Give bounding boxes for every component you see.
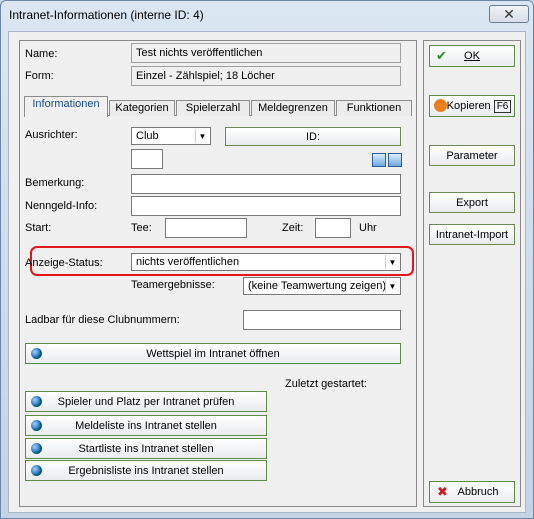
meldeliste-label: Meldeliste ins Intranet stellen xyxy=(75,419,217,432)
chevron-down-icon: ▼ xyxy=(385,279,399,293)
bemerkung-label: Bemerkung: xyxy=(25,177,85,189)
window-title: Intranet-Informationen (interne ID: 4) xyxy=(9,8,204,22)
table-icon[interactable] xyxy=(372,153,386,167)
export-button[interactable]: Export xyxy=(429,192,515,213)
anzeige-status-value: nichts veröffentlichen xyxy=(136,256,240,268)
action-panel: ✔ OK Kopieren F6 Parameter Export Intran… xyxy=(423,40,521,507)
team-select[interactable]: (keine Teamwertung zeigen) ▼ xyxy=(243,277,401,295)
chevron-down-icon: ▼ xyxy=(195,129,209,143)
chevron-down-icon: ▼ xyxy=(385,255,399,269)
title-bar: Intranet-Informationen (interne ID: 4) ✕ xyxy=(1,1,533,31)
abbruch-button[interactable]: ✖ Abbruch xyxy=(429,481,515,503)
tab-funktionen[interactable]: Funktionen xyxy=(336,100,412,116)
ok-label: OK xyxy=(464,50,480,62)
check-players-button[interactable]: Spieler und Platz per Intranet prüfen xyxy=(25,391,267,412)
tee-input[interactable] xyxy=(165,218,247,238)
startliste-label: Startliste ins Intranet stellen xyxy=(78,442,214,455)
open-intranet-button[interactable]: Wettspiel im Intranet öffnen xyxy=(25,343,401,364)
abbruch-label: Abbruch xyxy=(457,486,499,498)
name-field: Test nichts veröffentlichen xyxy=(131,43,401,63)
cancel-icon: ✖ xyxy=(437,484,448,499)
anzeige-status-select[interactable]: nichts veröffentlichen ▼ xyxy=(131,253,401,271)
intranet-import-label: Intranet-Import xyxy=(435,228,509,241)
bemerkung-input[interactable] xyxy=(131,174,401,194)
tab-informationen[interactable]: Informationen xyxy=(24,96,108,117)
ergebnisliste-button[interactable]: Ergebnisliste ins Intranet stellen xyxy=(25,460,267,481)
ausrichter-select[interactable]: Club ▼ xyxy=(131,127,211,145)
zeit-input[interactable] xyxy=(315,218,351,238)
kopieren-button[interactable]: Kopieren F6 xyxy=(429,95,515,117)
team-label: Teamergebnisse: xyxy=(131,279,215,291)
tab-spielerzahl[interactable]: Spielerzahl xyxy=(176,100,250,116)
main-panel: Name: Test nichts veröffentlichen Form: … xyxy=(19,40,417,507)
name-label: Name: xyxy=(25,48,58,60)
form-field: Einzel - Zählspiel; 18 Löcher xyxy=(131,66,401,86)
nenngeld-label: Nenngeld-Info: xyxy=(25,200,98,212)
parameter-button[interactable]: Parameter xyxy=(429,145,515,166)
kopieren-label: Kopieren xyxy=(446,100,491,112)
nenngeld-input[interactable] xyxy=(131,196,401,216)
globe-icon xyxy=(31,348,42,359)
globe-icon xyxy=(31,420,42,431)
globe-icon xyxy=(31,443,42,454)
search-icon[interactable] xyxy=(388,153,402,167)
uhr-label: Uhr xyxy=(359,222,377,234)
team-value: (keine Teamwertung zeigen) xyxy=(248,280,386,292)
anzeige-status-label: Anzeige-Status: xyxy=(25,257,103,269)
dialog-client: Name: Test nichts veröffentlichen Form: … xyxy=(8,31,526,513)
tab-kategorien[interactable]: Kategorien xyxy=(109,100,175,116)
check-icon: ✔ xyxy=(436,48,447,63)
id-button-label: ID: xyxy=(305,130,321,143)
ausrichter-value: Club xyxy=(136,130,159,142)
intranet-import-button[interactable]: Intranet-Import xyxy=(429,224,515,245)
ergebnisliste-label: Ergebnisliste ins Intranet stellen xyxy=(68,464,224,477)
f6-shortcut: F6 xyxy=(493,99,512,113)
close-icon: ✕ xyxy=(503,5,515,22)
open-intranet-label: Wettspiel im Intranet öffnen xyxy=(146,347,280,360)
copy-icon xyxy=(434,99,447,112)
tab-meldegrenzen[interactable]: Meldegrenzen xyxy=(251,100,335,116)
parameter-label: Parameter xyxy=(446,149,498,162)
tee-label: Tee: xyxy=(131,222,152,234)
zeit-label: Zeit: xyxy=(282,222,304,234)
ladbar-input[interactable] xyxy=(243,310,401,330)
ausrichter-label: Ausrichter: xyxy=(25,129,78,141)
id-button[interactable]: ID: xyxy=(225,127,401,146)
form-label: Form: xyxy=(25,70,54,82)
ausrichter-code-input[interactable] xyxy=(131,149,163,169)
globe-icon xyxy=(31,465,42,476)
export-label: Export xyxy=(456,196,488,209)
globe-icon xyxy=(31,396,42,407)
zuletzt-label: Zuletzt gestartet: xyxy=(285,378,367,390)
ok-button[interactable]: ✔ OK xyxy=(429,45,515,67)
close-button[interactable]: ✕ xyxy=(489,5,529,23)
meldeliste-button[interactable]: Meldeliste ins Intranet stellen xyxy=(25,415,267,436)
check-players-label: Spieler und Platz per Intranet prüfen xyxy=(57,395,235,408)
startliste-button[interactable]: Startliste ins Intranet stellen xyxy=(25,438,267,459)
dialog-window: Intranet-Informationen (interne ID: 4) ✕… xyxy=(0,0,534,519)
start-label: Start: xyxy=(25,222,52,234)
ladbar-label: Ladbar für diese Clubnummern: xyxy=(25,314,180,326)
